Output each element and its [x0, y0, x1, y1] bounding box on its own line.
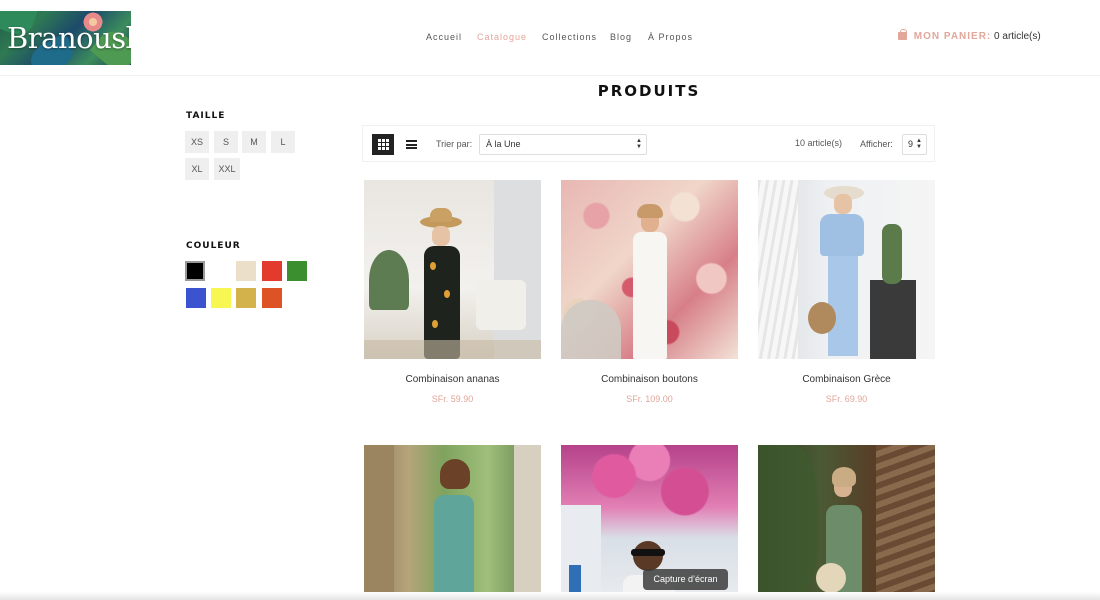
page-title: PRODUITS	[597, 82, 701, 100]
color-swatch-beige[interactable]	[236, 261, 256, 281]
color-swatch-black[interactable]	[185, 261, 205, 281]
color-swatch-yellow[interactable]	[211, 288, 231, 308]
store-logo[interactable]: Branousli	[0, 11, 131, 65]
product-card[interactable]	[364, 445, 541, 600]
product-name[interactable]: Combinaison boutons	[561, 374, 738, 385]
product-name[interactable]: Combinaison Grèce	[758, 374, 935, 385]
cart-count: 0 article(s)	[994, 31, 1041, 42]
product-price: SFr. 69.90	[825, 394, 868, 404]
color-swatch-white[interactable]	[211, 261, 231, 281]
list-icon	[405, 140, 417, 149]
select-arrows-icon: ▲ ▼	[916, 138, 922, 150]
product-price: SFr. 109.00	[626, 394, 673, 404]
color-swatch-orange[interactable]	[262, 288, 282, 308]
list-view-button[interactable]	[400, 134, 422, 155]
nav-item-catalogue[interactable]: Catalogue	[477, 32, 527, 42]
nav-item-collections[interactable]: Collections	[542, 32, 597, 42]
window-bottom-edge	[0, 592, 1100, 600]
show-label: Afficher:	[860, 139, 893, 149]
size-filter-title: TAILLE	[186, 111, 226, 121]
product-image[interactable]	[364, 180, 541, 359]
product-image[interactable]	[364, 445, 541, 600]
product-image[interactable]	[758, 445, 935, 600]
nav-item-blog[interactable]: Blog	[610, 32, 632, 42]
color-swatch-red[interactable]	[262, 261, 282, 281]
grid-icon	[377, 139, 389, 150]
product-card[interactable]: Combinaison boutons SFr. 109.00	[561, 180, 738, 404]
product-price: SFr. 59.90	[431, 394, 474, 404]
size-option-xs[interactable]: XS	[185, 131, 209, 153]
color-filter-title: COULEUR	[186, 241, 241, 251]
product-card[interactable]: Combinaison Grèce SFr. 69.90	[758, 180, 935, 404]
grid-view-button[interactable]	[372, 134, 394, 155]
catalog-toolbar: Trier par: À la Une ▲ ▼ 10 article(s) Aff…	[362, 125, 935, 162]
select-arrows-icon: ▲ ▼	[636, 138, 642, 150]
size-option-l[interactable]: L	[271, 131, 295, 153]
sort-label: Trier par:	[436, 139, 473, 149]
nav-item-a-propos[interactable]: À Propos	[648, 32, 693, 42]
color-swatch-green[interactable]	[287, 261, 307, 281]
nav-item-accueil[interactable]: Accueil	[426, 32, 462, 42]
size-option-xl[interactable]: XL	[185, 158, 209, 180]
size-option-xxl[interactable]: XXL	[214, 158, 240, 180]
size-option-s[interactable]: S	[214, 131, 238, 153]
logo-text: Branousli	[7, 21, 131, 55]
product-image[interactable]	[758, 180, 935, 359]
product-card[interactable]	[758, 445, 935, 600]
color-swatch-gold[interactable]	[236, 288, 256, 308]
product-image[interactable]	[561, 180, 738, 359]
product-card[interactable]: Combinaison ananas SFr. 59.90	[364, 180, 541, 404]
per-page-select[interactable]: 9 ▲ ▼	[902, 134, 927, 155]
shopping-bag-icon	[898, 29, 907, 40]
product-name[interactable]: Combinaison ananas	[364, 374, 541, 385]
color-swatch-blue[interactable]	[186, 288, 206, 308]
screenshot-tooltip: Capture d’écran	[643, 569, 728, 590]
sort-value: À la Une	[486, 139, 521, 149]
cart-label: MON PANIER:	[913, 31, 992, 42]
product-count: 10 article(s)	[795, 138, 843, 148]
sort-select[interactable]: À la Une ▲ ▼	[479, 134, 647, 155]
size-option-m[interactable]: M	[242, 131, 266, 153]
cart-link[interactable]: MON PANIER: 0 article(s)	[898, 29, 1041, 42]
site-header: Branousli Accueil Catalogue Collections …	[0, 0, 1100, 76]
per-page-value: 9	[908, 139, 914, 149]
